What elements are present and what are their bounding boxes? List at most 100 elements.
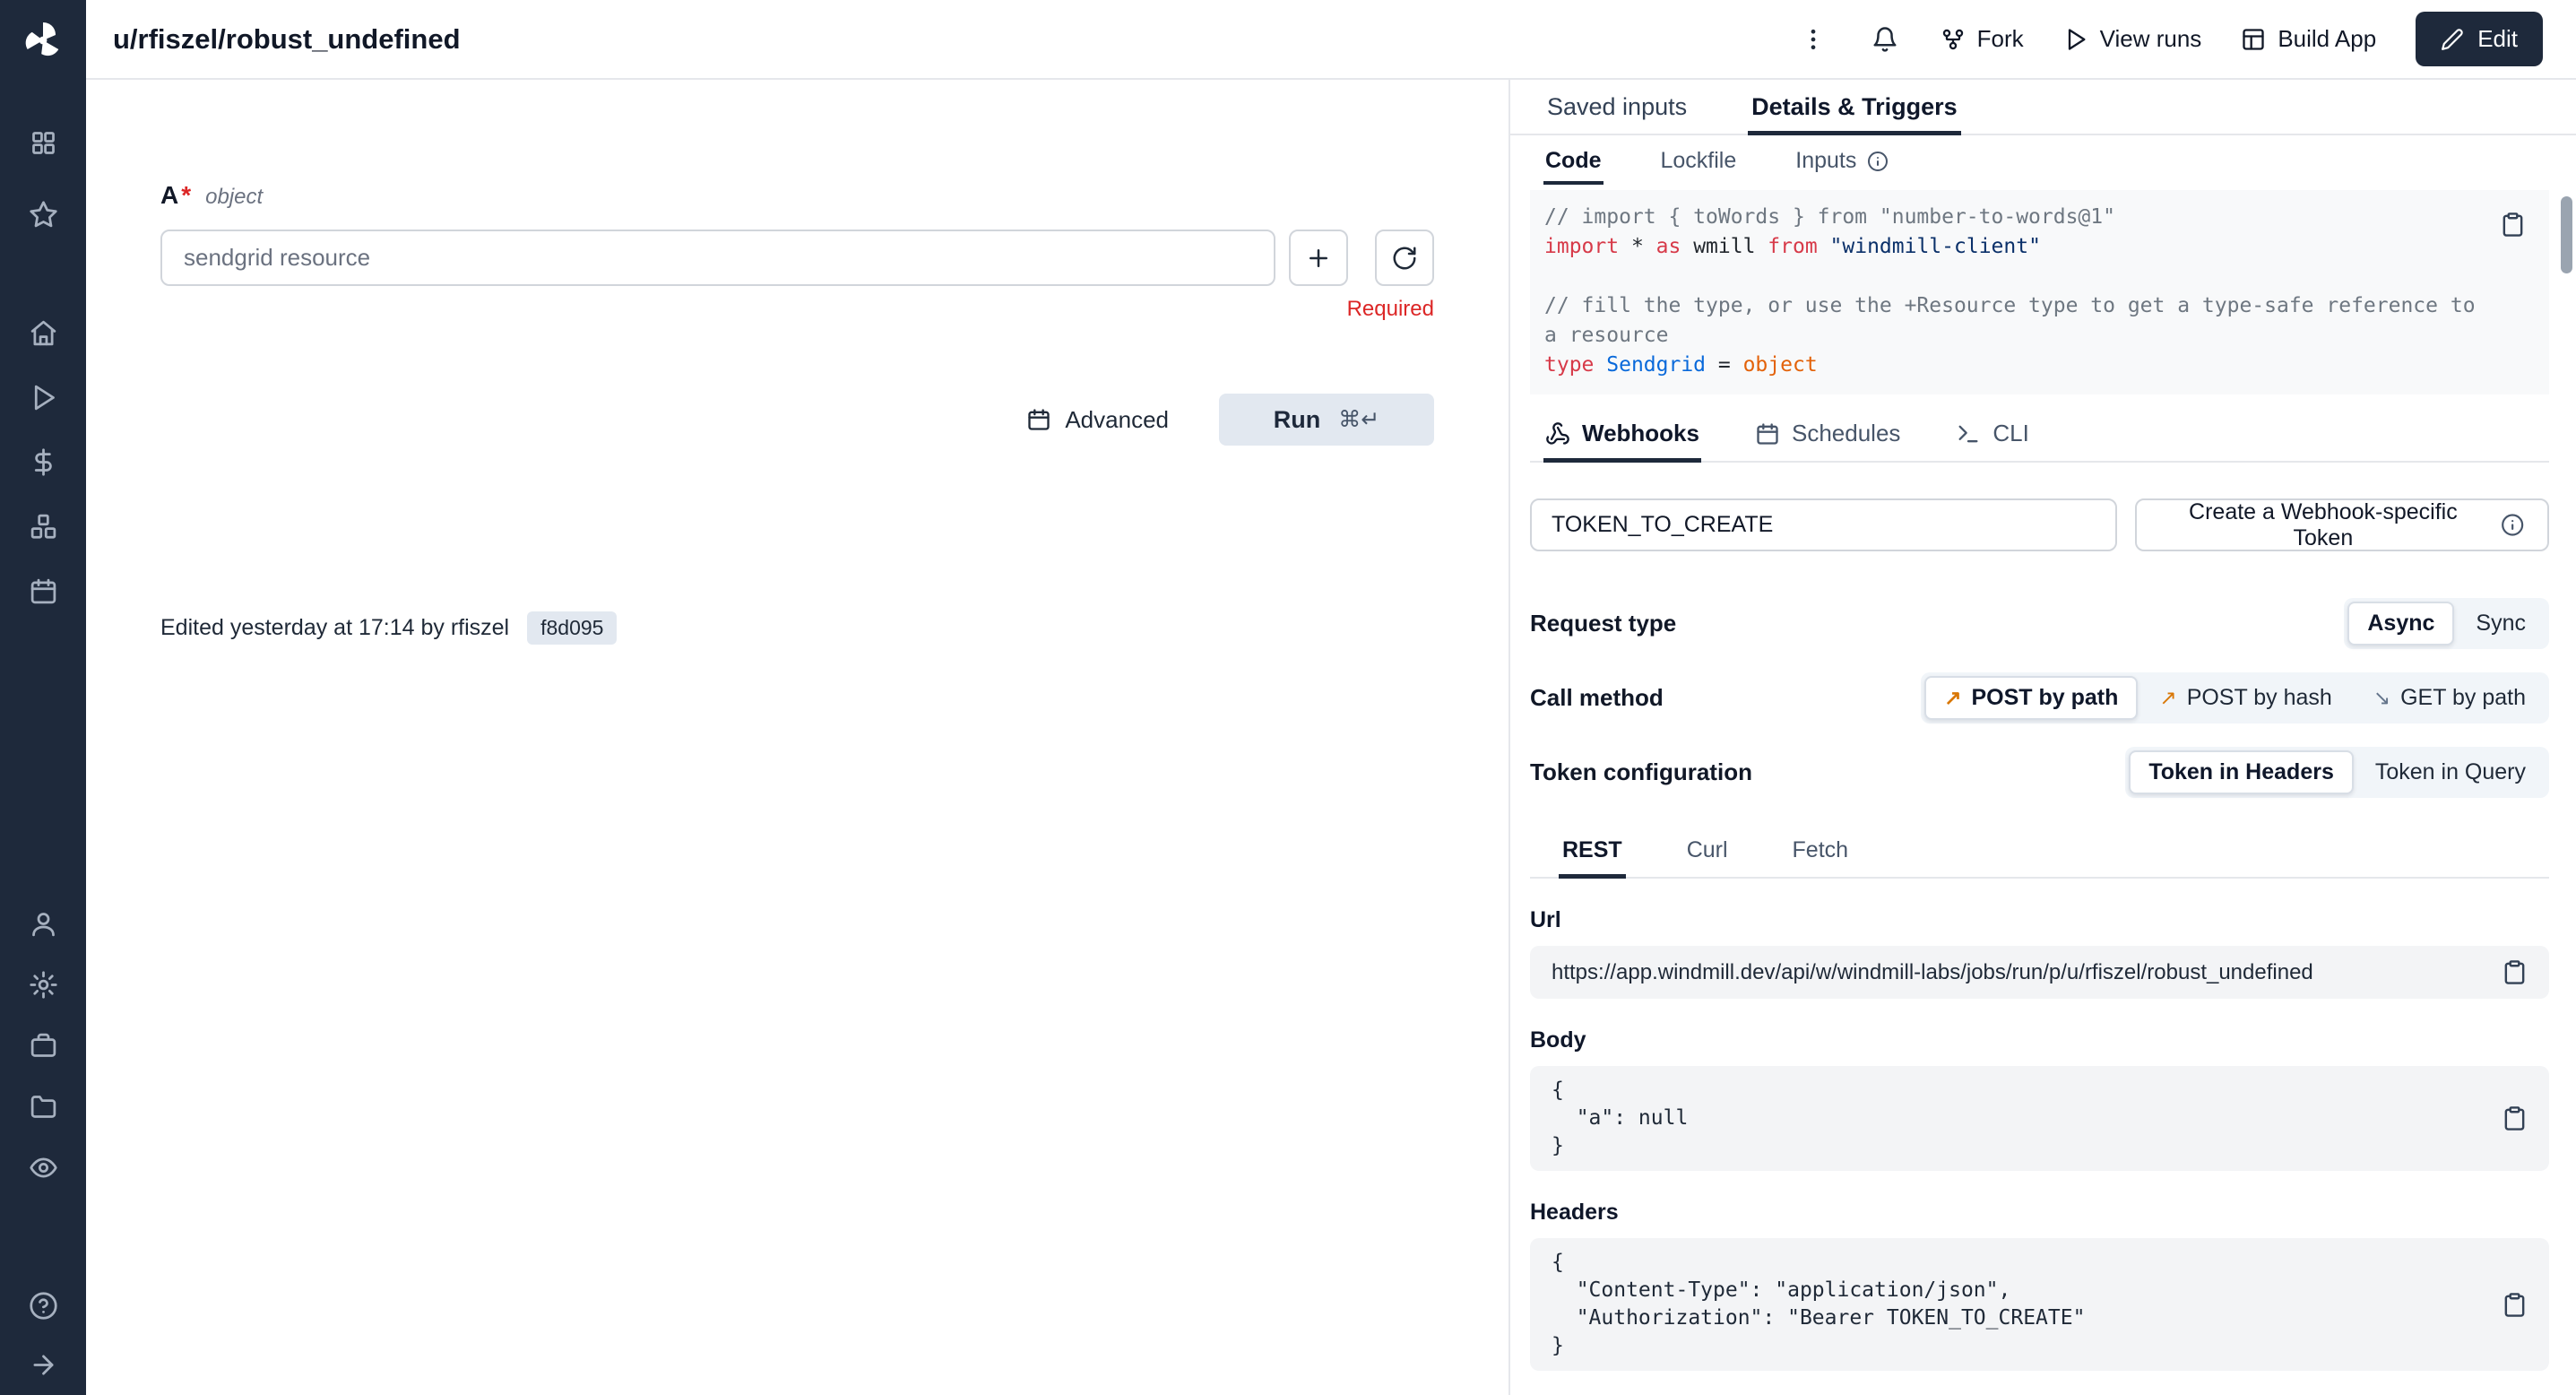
info-icon xyxy=(2501,513,2524,537)
tab-schedules[interactable]: Schedules xyxy=(1753,411,1902,463)
run-row: Advanced Run ⌘↵ xyxy=(160,394,1434,446)
call-method-post-by-path[interactable]: ↗ POST by path xyxy=(1924,676,2138,720)
post-by-hash-label: POST by hash xyxy=(2187,685,2332,711)
script-args-form: A* object Required xyxy=(160,181,1434,645)
field-type: object xyxy=(205,185,263,210)
build-app-label: Build App xyxy=(2278,25,2376,53)
help-icon[interactable] xyxy=(23,1286,63,1325)
token-in-query[interactable]: Token in Query xyxy=(2356,750,2546,794)
arrow-up-right-icon: ↗ xyxy=(1944,688,1961,708)
schedules-calendar-icon[interactable] xyxy=(23,571,63,611)
calendar-icon xyxy=(1755,421,1780,446)
arrow-up-right-icon: ↗ xyxy=(2159,688,2176,708)
more-menu-button[interactable] xyxy=(1797,23,1829,56)
snippet-tabs: REST Curl Fetch xyxy=(1530,830,2549,879)
headers-box: { "Content-Type": "application/json", "A… xyxy=(1530,1238,2549,1371)
fork-icon xyxy=(1941,27,1966,52)
sidebar-group-admin xyxy=(23,904,63,1187)
clipboard-icon xyxy=(2502,959,2528,985)
body-box: { "a": null } xyxy=(1530,1066,2549,1171)
settings-gear-icon[interactable] xyxy=(23,965,63,1004)
clipboard-copy-icon xyxy=(2500,212,2526,238)
call-method-post-by-hash[interactable]: ↗ POST by hash xyxy=(2139,676,2351,720)
folders-icon[interactable] xyxy=(23,1087,63,1126)
copy-code-button[interactable] xyxy=(2500,212,2526,238)
code-viewer: // import { toWords } from "number-to-wo… xyxy=(1530,190,2549,394)
panel-body: Code Lockfile Inputs // import { toWords… xyxy=(1510,135,2576,1395)
tab-details-triggers[interactable]: Details & Triggers xyxy=(1748,80,1961,135)
resources-boxes-icon[interactable] xyxy=(23,507,63,546)
field-label: A xyxy=(160,181,178,210)
headers-json: { "Content-Type": "application/json", "A… xyxy=(1552,1249,2085,1360)
advanced-button[interactable]: Advanced xyxy=(1026,406,1169,434)
notifications-button[interactable] xyxy=(1869,23,1901,56)
required-text: Required xyxy=(160,297,1434,322)
tab-curl[interactable]: Curl xyxy=(1683,830,1732,879)
app-root: u/rfiszel/robust_undefined Fork View run… xyxy=(0,0,2576,1395)
token-input[interactable] xyxy=(1530,498,2117,551)
token-config-label: Token configuration xyxy=(1530,758,1752,786)
copy-body-button[interactable] xyxy=(2502,1105,2528,1131)
request-type-label: Request type xyxy=(1530,610,1676,637)
headers-label: Headers xyxy=(1530,1200,2549,1226)
add-resource-button[interactable] xyxy=(1289,230,1348,286)
content-area: A* object Required xyxy=(86,80,2576,1395)
fork-button[interactable]: Fork xyxy=(1941,25,2024,53)
user-icon[interactable] xyxy=(23,904,63,943)
variables-dollar-icon[interactable] xyxy=(23,442,63,481)
token-config-toggle: Token in Headers Token in Query xyxy=(2125,747,2549,798)
tab-saved-inputs[interactable]: Saved inputs xyxy=(1543,80,1690,135)
scrollbar[interactable] xyxy=(2561,196,2572,273)
code-lines: // import { toWords } from "number-to-wo… xyxy=(1544,203,2485,380)
audit-eye-icon[interactable] xyxy=(23,1148,63,1187)
resource-input[interactable] xyxy=(160,230,1275,286)
build-app-button[interactable]: Build App xyxy=(2241,25,2376,53)
copy-headers-button[interactable] xyxy=(2502,1292,2528,1318)
topbar-actions: Fork View runs Build App Edit xyxy=(1797,12,2543,66)
apps-icon[interactable] xyxy=(23,123,63,162)
create-webhook-token-button[interactable]: Create a Webhook-specific Token xyxy=(2135,498,2549,551)
tab-code[interactable]: Code xyxy=(1543,135,1604,185)
token-row: Create a Webhook-specific Token xyxy=(1530,498,2549,551)
tab-webhooks[interactable]: Webhooks xyxy=(1543,411,1701,463)
token-in-headers[interactable]: Token in Headers xyxy=(2129,750,2354,794)
webhook-url: https://app.windmill.dev/api/w/windmill-… xyxy=(1552,960,2313,985)
request-type-sync[interactable]: Sync xyxy=(2456,602,2546,646)
kebab-icon xyxy=(1800,26,1827,53)
run-label: Run xyxy=(1274,406,1320,434)
post-by-path-label: POST by path xyxy=(1972,685,2119,711)
edit-label: Edit xyxy=(2477,25,2518,53)
tab-fetch[interactable]: Fetch xyxy=(1789,830,1853,879)
expand-arrow-icon[interactable] xyxy=(23,1345,63,1384)
play-icon xyxy=(2063,27,2088,52)
favorites-star-icon[interactable] xyxy=(23,195,63,234)
tab-lockfile[interactable]: Lockfile xyxy=(1659,135,1739,185)
call-method-get-by-path[interactable]: ↘ GET by path xyxy=(2354,676,2546,720)
runs-play-icon[interactable] xyxy=(23,377,63,417)
view-runs-button[interactable]: View runs xyxy=(2063,25,2202,53)
workers-briefcase-icon[interactable] xyxy=(23,1026,63,1065)
copy-url-button[interactable] xyxy=(2502,959,2528,985)
topbar: u/rfiszel/robust_undefined Fork View run… xyxy=(86,0,2576,80)
sidebar-group-bottom xyxy=(23,1286,63,1384)
edited-text: Edited yesterday at 17:14 by rfiszel xyxy=(160,615,509,641)
tab-inputs[interactable]: Inputs xyxy=(1794,135,1890,185)
run-button[interactable]: Run ⌘↵ xyxy=(1219,394,1434,446)
call-method-row: Call method ↗ POST by path ↗ POST by has… xyxy=(1530,672,2549,723)
page-title: u/rfiszel/robust_undefined xyxy=(113,23,461,56)
tab-rest[interactable]: REST xyxy=(1559,830,1626,879)
schedules-label: Schedules xyxy=(1792,420,1900,447)
home-icon[interactable] xyxy=(23,313,63,352)
clipboard-icon xyxy=(2502,1105,2528,1131)
refresh-button[interactable] xyxy=(1375,230,1434,286)
request-type-async[interactable]: Async xyxy=(2347,602,2454,646)
version-hash-badge[interactable]: f8d095 xyxy=(527,611,617,645)
refresh-icon xyxy=(1391,245,1418,272)
get-by-path-label: GET by path xyxy=(2400,685,2526,711)
terminal-icon xyxy=(1956,421,1981,446)
edit-button[interactable]: Edit xyxy=(2416,12,2543,66)
windmill-logo[interactable] xyxy=(0,0,86,80)
view-runs-label: View runs xyxy=(2100,25,2202,53)
request-type-toggle: Async Sync xyxy=(2344,598,2549,649)
tab-cli[interactable]: CLI xyxy=(1954,411,2030,463)
